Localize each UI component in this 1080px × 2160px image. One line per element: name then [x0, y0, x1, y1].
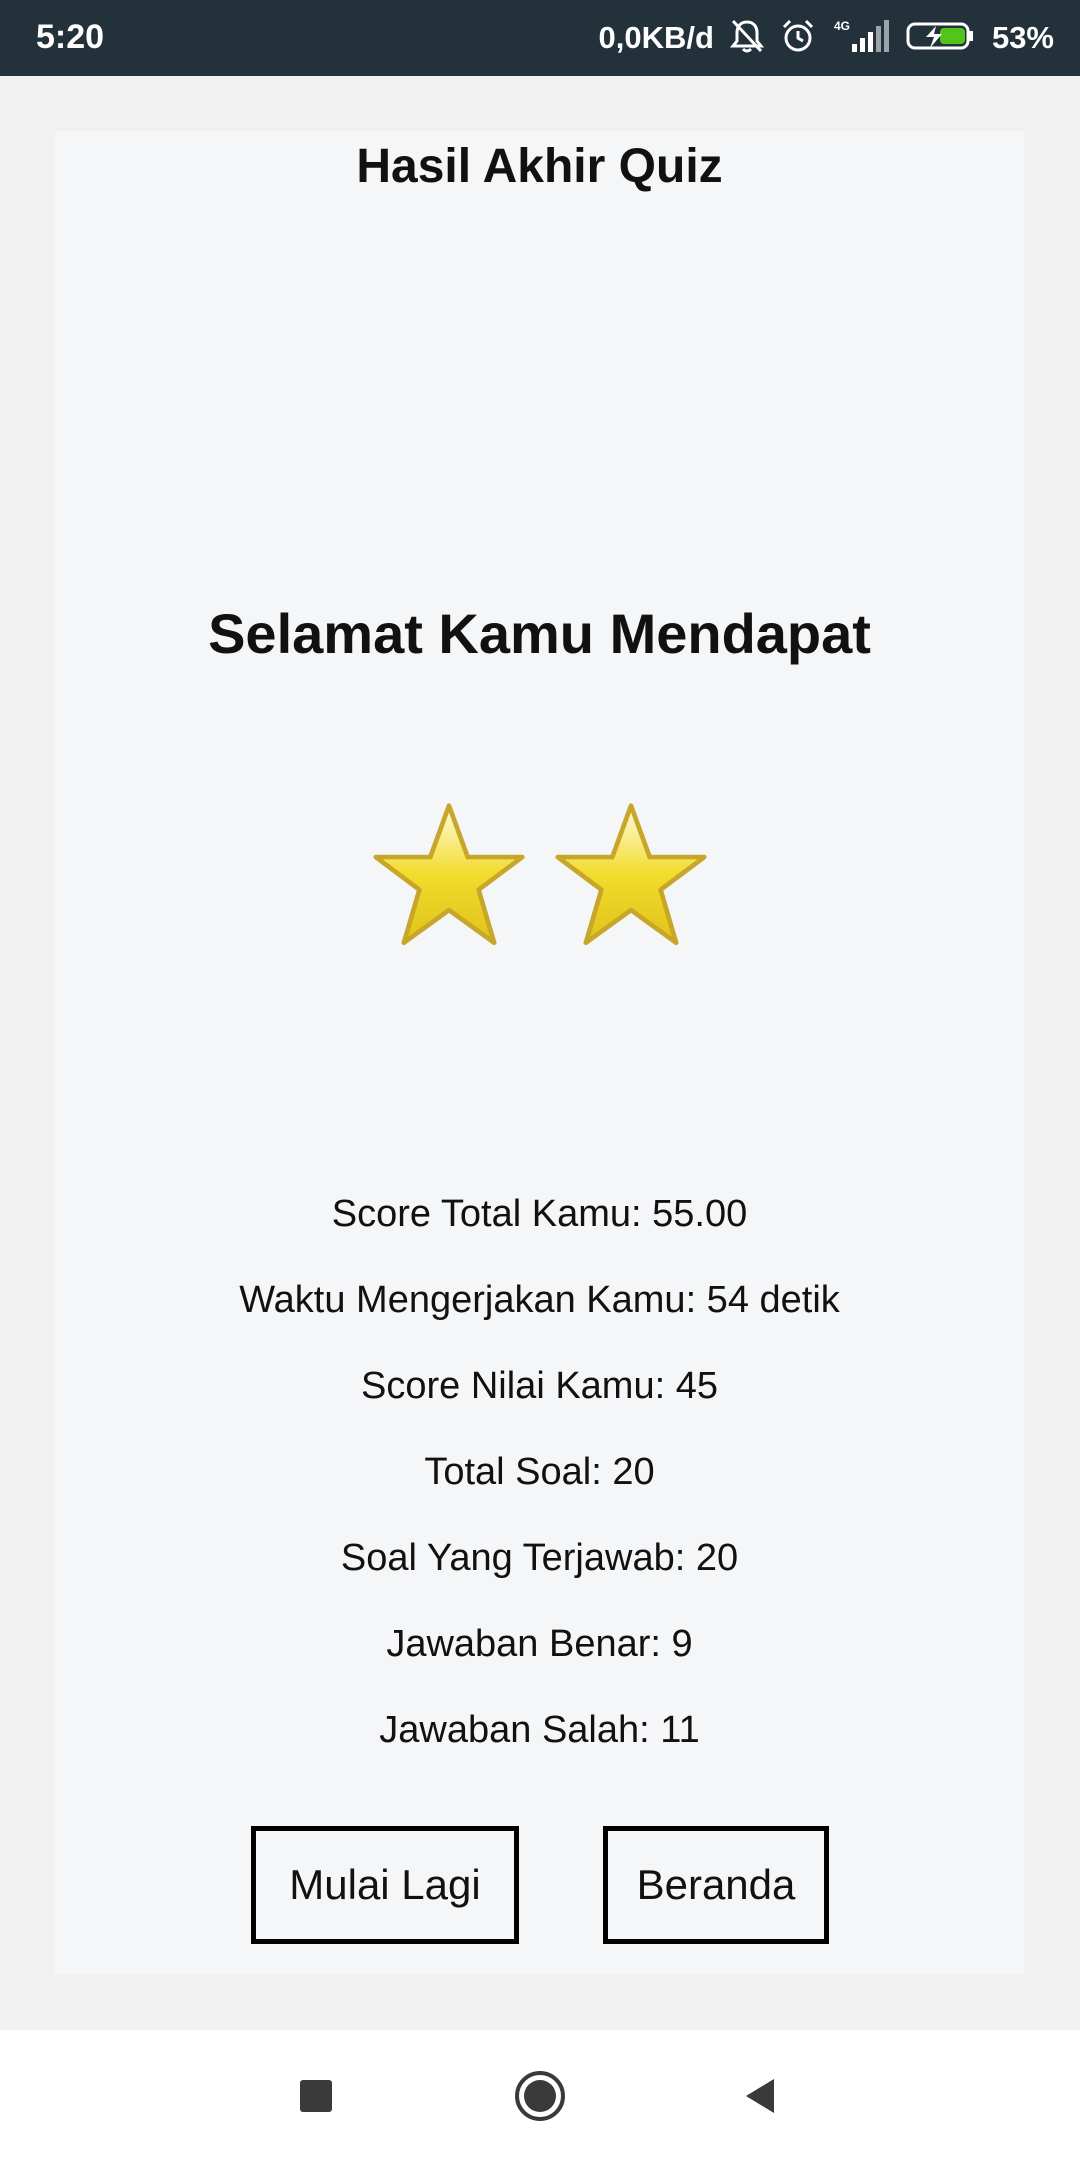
battery-charging-icon [906, 18, 976, 59]
restart-button[interactable]: Mulai Lagi [251, 1826, 519, 1944]
stat-line: Soal Yang Terjawab: 20 [340, 1537, 739, 1579]
page-title: Hasil Akhir Quiz [356, 140, 723, 193]
stat-line: Jawaban Salah: 11 [379, 1709, 700, 1751]
recent-apps-icon [300, 2080, 332, 2112]
recent-apps-button[interactable] [286, 2066, 346, 2126]
battery-percent: 53% [991, 20, 1054, 55]
home-icon [515, 2071, 565, 2121]
stats-list: Score Total Kamu: 55.00 Waktu Mengerjakan… [55, 1171, 1024, 1773]
stat-line: Jawaban Benar: 9 [386, 1623, 693, 1665]
home-nav-button[interactable] [510, 2066, 570, 2126]
status-indicators: 0,0KB/d 4G 53% [599, 14, 1054, 62]
back-button[interactable] [730, 2066, 790, 2126]
navigation-bar [0, 2030, 1080, 2160]
stat-line: Score Nilai Kamu: 45 [361, 1365, 718, 1407]
star-icon [371, 801, 527, 961]
result-card: Hasil Akhir Quiz Selamat Kamu Mendapat S… [55, 131, 1024, 1974]
status-bar: 5:20 0,0KB/d 4G 53% [0, 0, 1080, 76]
congrats-text: Selamat Kamu Mendapat [208, 602, 871, 665]
star-rating [55, 801, 1024, 961]
alarm-icon [780, 18, 816, 59]
stat-line: Total Soal: 20 [424, 1451, 655, 1493]
network-type-label: 4G [834, 19, 850, 33]
restart-button-label: Mulai Lagi [289, 1861, 481, 1908]
home-button[interactable]: Beranda [603, 1826, 829, 1944]
stat-line: Score Total Kamu: 55.00 [331, 1193, 748, 1235]
status-time: 5:20 [36, 18, 105, 56]
network-speed: 0,0KB/d [598, 20, 714, 55]
star-icon [553, 801, 709, 961]
home-button-label: Beranda [636, 1861, 796, 1908]
bell-muted-icon [729, 18, 765, 59]
signal-icon: 4G [832, 18, 890, 59]
back-icon [746, 2079, 774, 2113]
stat-line: Waktu Mengerjakan Kamu: 54 detik [239, 1279, 840, 1321]
